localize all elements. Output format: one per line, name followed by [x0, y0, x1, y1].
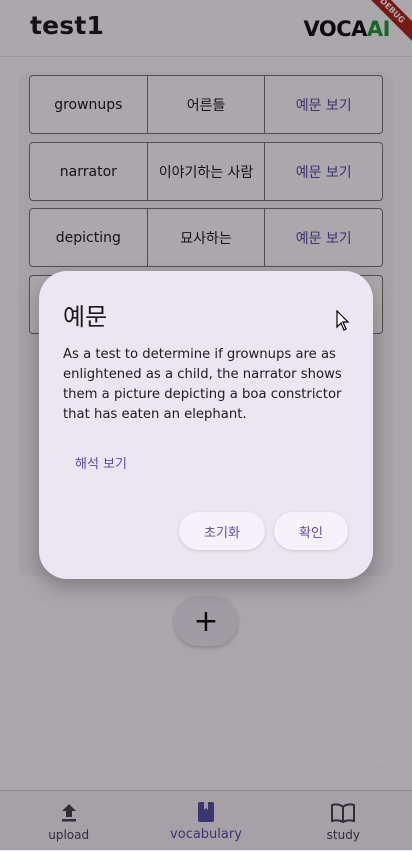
show-translation-button[interactable]: 해석 보기	[63, 447, 139, 483]
confirm-button[interactable]: 확인	[274, 512, 348, 550]
dialog-title: 예문	[63, 303, 108, 331]
example-dialog: 예문 As a test to determine if grownups ar…	[39, 271, 373, 579]
mouse-cursor-icon	[336, 309, 350, 336]
reset-button[interactable]: 초기화	[179, 512, 265, 550]
example-sentence: As a test to determine if grownups are a…	[63, 347, 342, 422]
